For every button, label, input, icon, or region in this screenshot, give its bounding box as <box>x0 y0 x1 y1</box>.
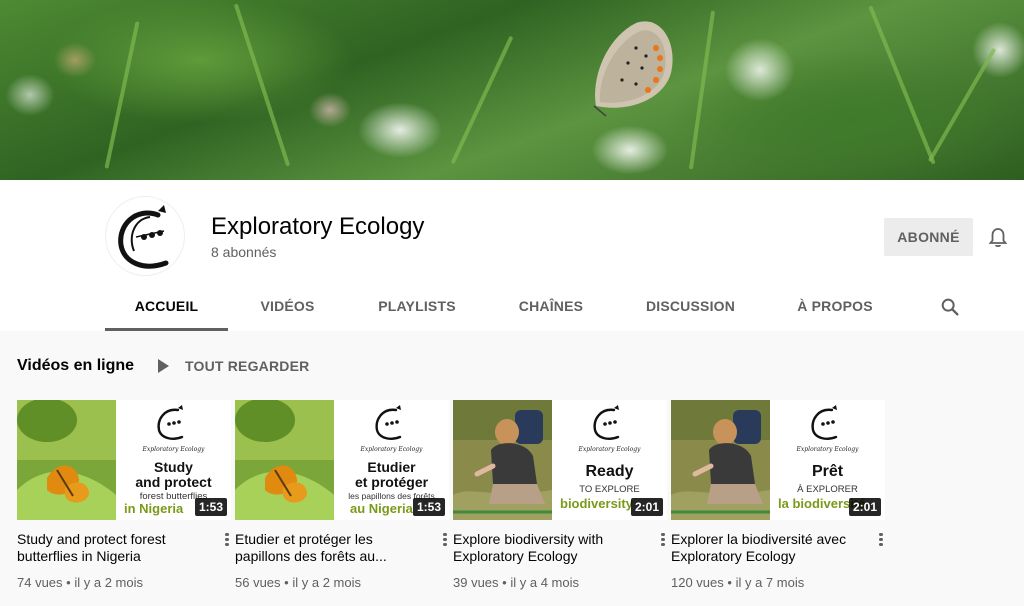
video-thumbnail[interactable]: Exploratory Ecology Ready TO EXPLORE bio… <box>453 400 667 520</box>
tab-chaines[interactable]: CHAÎNES <box>515 292 587 331</box>
play-all-label: TOUT REGARDER <box>185 358 310 374</box>
tab-discussion[interactable]: DISCUSSION <box>645 292 736 331</box>
video-title[interactable]: Explore biodiversity with Exploratory Ec… <box>453 531 643 565</box>
subscriber-count: 8 abonnés <box>211 244 277 260</box>
video-title[interactable]: Study and protect forest butterflies in … <box>17 531 207 565</box>
video-thumbnail[interactable]: Exploratory Ecology Etudier et protéger … <box>235 400 449 520</box>
tab-a-propos[interactable]: À PROPOS <box>797 292 873 331</box>
channel-banner <box>0 0 1024 180</box>
thumbnail-logo-icon <box>593 405 620 440</box>
subscribed-button[interactable]: ABONNÉ <box>884 218 973 256</box>
video-duration: 2:01 <box>848 498 881 516</box>
video-duration: 1:53 <box>412 498 445 516</box>
video-duration: 1:53 <box>194 498 227 516</box>
video-thumbnail[interactable]: Exploratory Ecology Prêt À EXPLORER la b… <box>671 400 885 520</box>
channel-header: Exploratory Ecology 8 abonnés ABONNÉ ACC… <box>0 180 1024 331</box>
thumbnail-photo <box>671 400 770 520</box>
channel-logo-icon <box>118 205 169 269</box>
video-card[interactable]: Exploratory Ecology Prêt À EXPLORER la b… <box>671 400 885 590</box>
video-meta: 39 vues • il y a 4 mois <box>453 575 579 590</box>
video-thumbnail[interactable]: Exploratory Ecology Study and protect fo… <box>17 400 231 520</box>
bell-icon[interactable] <box>986 226 1010 250</box>
channel-avatar[interactable] <box>105 196 185 276</box>
thumbnail-logo-icon <box>157 405 184 440</box>
search-icon[interactable] <box>939 296 961 318</box>
tab-playlists[interactable]: PLAYLISTS <box>375 292 459 331</box>
uploads-section: Vidéos en ligne TOUT REGARDER Explorator… <box>0 331 1024 606</box>
thumbnail-logo-icon <box>811 405 838 440</box>
more-vert-icon[interactable] <box>437 531 453 549</box>
thumbnail-photo <box>17 400 116 520</box>
butterfly-image <box>593 21 673 117</box>
more-vert-icon[interactable] <box>873 531 889 549</box>
play-icon <box>158 359 169 373</box>
thumbnail-photo <box>235 400 334 520</box>
section-title[interactable]: Vidéos en ligne <box>17 357 134 375</box>
more-vert-icon[interactable] <box>655 531 671 549</box>
tab-videos[interactable]: VIDÉOS <box>255 292 320 331</box>
video-title[interactable]: Explorer la biodiversité avec Explorator… <box>671 531 861 565</box>
video-card[interactable]: Exploratory Ecology Etudier et protéger … <box>235 400 449 590</box>
channel-name: Exploratory Ecology <box>211 213 425 240</box>
tab-accueil[interactable]: ACCUEIL <box>105 292 228 331</box>
video-meta: 74 vues • il y a 2 mois <box>17 575 143 590</box>
video-card[interactable]: Exploratory Ecology Ready TO EXPLORE bio… <box>453 400 667 590</box>
video-duration: 2:01 <box>630 498 663 516</box>
video-meta: 120 vues • il y a 7 mois <box>671 575 805 590</box>
video-meta: 56 vues • il y a 2 mois <box>235 575 361 590</box>
thumbnail-photo <box>453 400 552 520</box>
video-title[interactable]: Etudier et protéger les papillons des fo… <box>235 531 425 565</box>
play-all-button[interactable]: TOUT REGARDER <box>158 355 309 377</box>
thumbnail-logo-icon <box>375 405 402 440</box>
more-vert-icon[interactable] <box>219 531 235 549</box>
video-card[interactable]: Exploratory Ecology Study and protect fo… <box>17 400 231 590</box>
